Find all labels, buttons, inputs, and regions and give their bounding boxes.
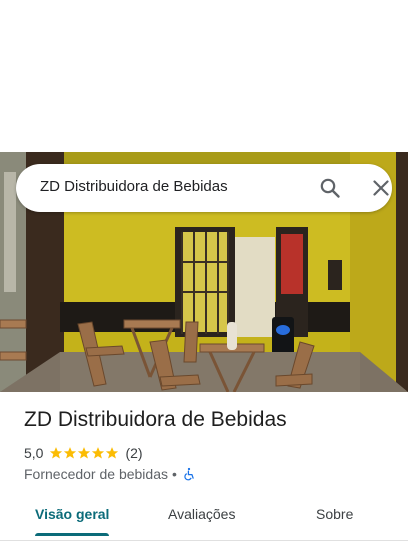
tab-overview[interactable]: Visão geral — [35, 506, 109, 522]
close-icon[interactable] — [369, 176, 393, 200]
star-icon — [50, 447, 63, 459]
separator-dot: • — [172, 466, 177, 482]
place-title: ZD Distribuidora de Bebidas — [24, 408, 287, 431]
tab-about[interactable]: Sobre — [316, 506, 353, 522]
star-icon — [106, 447, 119, 459]
category-row: Fornecedor de bebidas • — [24, 465, 196, 483]
place-category: Fornecedor de bebidas — [24, 466, 168, 482]
blank-top-area — [0, 0, 408, 152]
search-bar[interactable]: ZD Distribuidora de Bebidas — [16, 164, 392, 212]
wheelchair-accessible-icon — [184, 467, 194, 481]
search-icon[interactable] — [318, 176, 342, 200]
review-count[interactable]: (2) — [125, 445, 142, 461]
star-icon — [78, 447, 91, 459]
search-input[interactable]: ZD Distribuidora de Bebidas — [40, 178, 228, 195]
active-tab-indicator — [35, 533, 109, 536]
star-icon — [64, 447, 77, 459]
star-icon — [92, 447, 105, 459]
place-tabs: Visão geral Avaliações Sobre — [0, 496, 408, 536]
rating-row[interactable]: 5,0 (2) — [24, 444, 143, 462]
star-rating — [49, 446, 119, 460]
tab-reviews[interactable]: Avaliações — [168, 506, 235, 522]
rating-value: 5,0 — [24, 445, 44, 461]
tabs-divider — [0, 540, 408, 541]
